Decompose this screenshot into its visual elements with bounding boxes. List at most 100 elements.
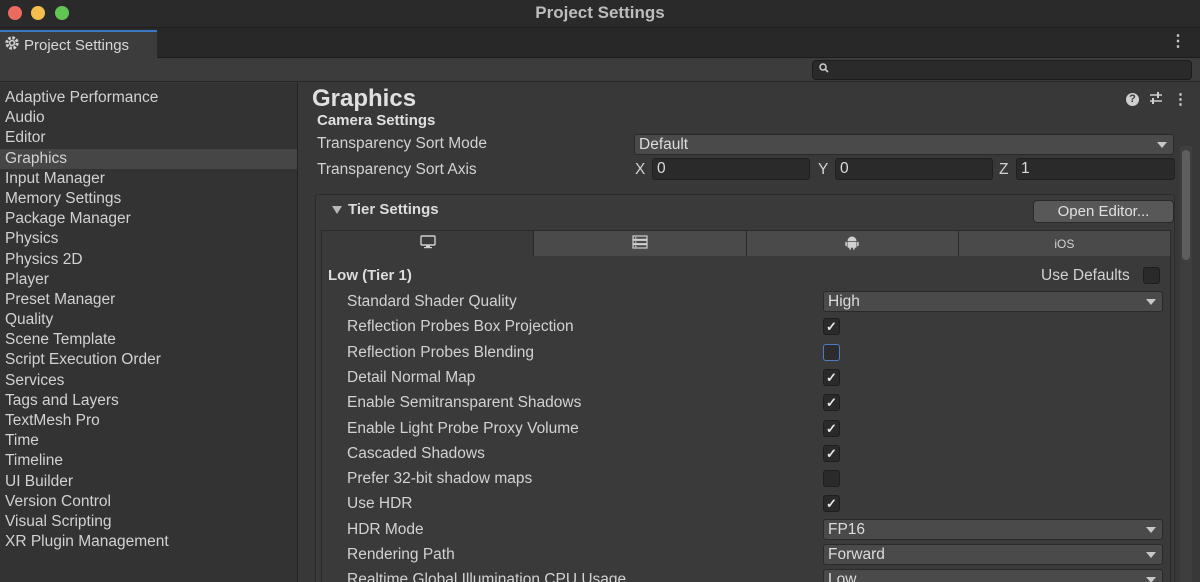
sidebar-item-physics[interactable]: Physics (0, 229, 297, 249)
sidebar-item-memory-settings[interactable]: Memory Settings (0, 189, 297, 209)
realtime-global-illumination-cpu-usage-value: Low (828, 571, 857, 582)
axis-y-field[interactable]: 0 (835, 158, 993, 180)
foldout-arrow-icon (332, 205, 342, 214)
rendering-path-value: Forward (828, 546, 885, 563)
sidebar-item-scene-template[interactable]: Scene Template (0, 330, 297, 350)
sidebar-item-physics-2d[interactable]: Physics 2D (0, 250, 297, 270)
detail-normal-map-label: Detail Normal Map (347, 368, 476, 386)
tier-settings-box: Tier Settings Open Editor... iOS Low (Ti… (315, 194, 1175, 582)
sidebar-item-graphics[interactable]: Graphics (0, 148, 297, 169)
tab-label: Project Settings (24, 36, 130, 54)
cascaded-shadows-checkbox[interactable]: ✓ (823, 444, 840, 462)
checkmark-icon: ✓ (826, 395, 837, 411)
reflection-probes-blending-checkbox[interactable] (823, 343, 840, 361)
standard-shader-quality-value: High (828, 293, 860, 310)
chevron-down-icon (1146, 299, 1156, 305)
android-icon (844, 234, 860, 253)
window-menu-icon[interactable]: ⋮ (1170, 34, 1186, 50)
transparency-sort-mode-dropdown[interactable]: Default (634, 134, 1174, 155)
prefer-32-bit-shadow-maps-checkbox[interactable] (823, 470, 840, 488)
sidebar-item-preset-manager[interactable]: Preset Manager (0, 290, 297, 310)
tab-server[interactable] (534, 231, 747, 256)
help-icon[interactable]: ? (1126, 93, 1139, 106)
axis-z-field[interactable]: 1 (1016, 158, 1175, 180)
sidebar-item-input-manager[interactable]: Input Manager (0, 169, 297, 189)
chevron-down-icon (1157, 142, 1167, 148)
realtime-global-illumination-cpu-usage-label: Realtime Global Illumination CPU Usage (347, 571, 627, 582)
enable-light-probe-proxy-volume-checkbox[interactable]: ✓ (823, 419, 840, 437)
window-title: Project Settings (535, 3, 665, 22)
prefer-32-bit-shadow-maps-label: Prefer 32-bit shadow maps (347, 470, 533, 488)
cascaded-shadows-label: Cascaded Shadows (347, 444, 485, 462)
use-defaults-label: Use Defaults (1041, 267, 1130, 284)
reflection-probes-blending-label: Reflection Probes Blending (347, 343, 534, 361)
sidebar-list: Adaptive Performance Audio Editor Graphics I… (0, 83, 297, 552)
tier-panel: Low (Tier 1) Use Defaults Standard Shade… (321, 256, 1171, 582)
detail-normal-map-checkbox[interactable]: ✓ (823, 368, 840, 386)
page-title: Graphics (312, 85, 417, 112)
sidebar-item-version-control[interactable]: Version Control (0, 492, 297, 512)
tier-name: Low (Tier 1) (328, 267, 412, 284)
tab-project-settings[interactable]: Project Settings (0, 30, 157, 58)
presets-icon[interactable] (1149, 91, 1163, 108)
scrollbar[interactable] (1180, 146, 1192, 582)
sidebar-item-script-execution-order[interactable]: Script Execution Order (0, 350, 297, 370)
title-bar: Project Settings (0, 0, 1200, 28)
gear-icon (4, 35, 20, 55)
tab-bar: Project Settings ⋮ (0, 28, 1200, 58)
sidebar-item-quality[interactable]: Quality (0, 310, 297, 330)
enable-semitransparent-shadows-checkbox[interactable]: ✓ (823, 394, 840, 412)
sidebar-item-ui-builder[interactable]: UI Builder (0, 472, 297, 492)
tab-standalone[interactable] (322, 231, 535, 256)
standard-shader-quality-dropdown[interactable]: High (823, 291, 1163, 312)
settings-panel: Graphics ? ⋮ Camera Settings Transparenc… (300, 83, 1200, 582)
sidebar-item-time[interactable]: Time (0, 431, 297, 451)
realtime-global-illumination-cpu-usage-dropdown[interactable]: Low (823, 569, 1163, 582)
sidebar-item-textmesh-pro[interactable]: TextMesh Pro (0, 411, 297, 431)
chevron-down-icon (1146, 552, 1156, 558)
enable-light-probe-proxy-volume-label: Enable Light Probe Proxy Volume (347, 419, 579, 437)
transparency-sort-mode-value: Default (639, 136, 689, 153)
sidebar-item-timeline[interactable]: Timeline (0, 451, 297, 471)
checkmark-icon: ✓ (826, 369, 837, 385)
sidebar-item-editor[interactable]: Editor (0, 128, 297, 148)
tier-settings-foldout[interactable]: Tier Settings (318, 201, 439, 218)
hdr-mode-dropdown[interactable]: FP16 (823, 518, 1163, 540)
chevron-down-icon (1146, 577, 1156, 582)
server-icon (632, 235, 648, 252)
camera-settings-heading: Camera Settings (317, 112, 436, 129)
sidebar-item-tags-and-layers[interactable]: Tags and Layers (0, 391, 297, 411)
checkmark-icon: ✓ (826, 445, 837, 461)
sidebar-item-package-manager[interactable]: Package Manager (0, 209, 297, 229)
tab-android[interactable] (746, 231, 959, 256)
rendering-path-label: Rendering Path (347, 546, 455, 563)
hdr-mode-label: HDR Mode (347, 520, 424, 538)
checkmark-icon: ✓ (826, 420, 837, 436)
checkmark-icon: ✓ (826, 319, 837, 335)
sidebar-item-player[interactable]: Player (0, 270, 297, 290)
open-editor-button[interactable]: Open Editor... (1033, 200, 1174, 223)
use-hdr-checkbox[interactable]: ✓ (823, 495, 840, 513)
more-options-icon[interactable]: ⋮ (1173, 92, 1188, 107)
axis-z-label: Z (999, 161, 1009, 178)
search-icon (819, 63, 829, 76)
rendering-path-dropdown[interactable]: Forward (823, 544, 1163, 565)
use-hdr-label: Use HDR (347, 495, 413, 513)
chevron-down-icon (1146, 526, 1156, 533)
header-icons: ? ⋮ (1126, 91, 1188, 108)
sidebar-item-xr-plugin-management[interactable]: XR Plugin Management (0, 532, 297, 552)
axis-x-field[interactable]: 0 (652, 158, 810, 180)
checkmark-icon: ✓ (826, 496, 837, 512)
transparency-sort-mode-label: Transparency Sort Mode (317, 135, 488, 152)
reflection-probes-box-projection-checkbox[interactable]: ✓ (823, 318, 840, 336)
sidebar-item-audio[interactable]: Audio (0, 108, 297, 128)
sidebar-item-services[interactable]: Services (0, 371, 297, 391)
scrollbar-thumb[interactable] (1182, 150, 1190, 260)
sidebar-item-adaptive-performance[interactable]: Adaptive Performance (0, 88, 297, 108)
search-row (0, 58, 1200, 82)
use-defaults-checkbox[interactable] (1143, 267, 1160, 284)
tab-ios[interactable]: iOS (958, 231, 1170, 256)
reflection-probes-box-projection-label: Reflection Probes Box Projection (347, 318, 574, 336)
sidebar-item-visual-scripting[interactable]: Visual Scripting (0, 512, 297, 532)
search-input[interactable] (812, 60, 1192, 80)
